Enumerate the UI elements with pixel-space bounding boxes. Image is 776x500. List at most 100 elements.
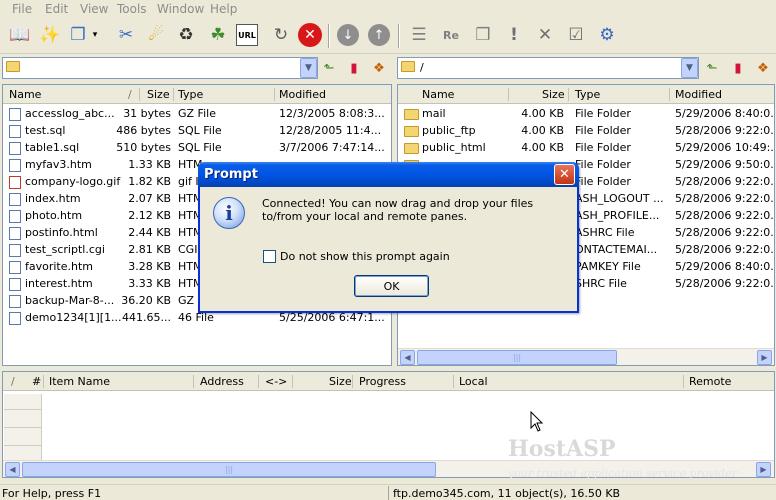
remote-horizontal-scrollbar[interactable]: ◀ ||| ▶ [398,348,774,365]
queue-col-direction[interactable]: <-> [265,375,287,388]
column-divider[interactable] [453,375,454,388]
watermark-brand: HostASP [508,436,616,462]
queue-col-progress[interactable]: Progress [359,375,406,388]
dialog-title-bar[interactable]: Prompt ✕ [198,162,579,187]
wizard-icon[interactable]: ✨ [37,22,63,48]
remote-path-dropdown[interactable]: ▼ [681,58,698,78]
properties-icon[interactable]: ☰ [406,22,432,48]
queue-col-remote[interactable]: Remote [689,375,731,388]
menu-help[interactable]: Help [210,2,237,16]
cell-type: File Folder [575,175,631,188]
remote-file-row[interactable]: public_html 4.00 KB File Folder 5/29/2006 1… [398,140,774,157]
column-divider[interactable] [683,375,684,388]
url-icon[interactable]: URL [236,24,258,46]
delete-icon[interactable]: ✕ [532,22,558,48]
column-divider[interactable] [508,88,509,101]
open-local-icon[interactable]: ❖ [370,59,388,77]
cell-modified: 3/7/2006 7:47:14... [279,141,385,154]
menu-edit[interactable]: Edit [45,2,68,16]
up-folder-icon[interactable]: ⬑ [703,59,721,77]
column-divider[interactable] [139,88,140,101]
check-icon[interactable]: ☑ [563,22,589,48]
abort-icon[interactable]: ✕ [298,23,322,47]
remote-path-field[interactable]: / [397,57,699,79]
dialog-close-button[interactable]: ✕ [554,164,575,185]
local-file-row[interactable]: accesslog_abc... 31 bytes GZ File 12/3/2005… [3,106,391,123]
settings-icon[interactable]: ⚙ [594,22,620,48]
download-icon[interactable]: ↓ [337,24,359,46]
column-divider[interactable] [193,375,194,388]
scroll-left-arrow[interactable]: ◀ [400,350,415,365]
connect-icon[interactable]: 📖 [7,22,33,48]
scroll-right-arrow[interactable]: ▶ [757,350,772,365]
status-bar: For Help, press F1 ftp.demo345.com, 11 o… [0,484,776,500]
column-divider[interactable] [173,88,174,101]
cell-type: ASHRC File [575,226,635,239]
cell-type: File Folder [575,124,631,137]
col-type[interactable]: Type [575,88,600,101]
cell-size: 2.12 KB [128,209,171,222]
new-icon[interactable]: ❐ [65,22,91,48]
newfolder-icon[interactable]: ❒ [470,22,496,48]
col-modified[interactable]: Modified [675,88,722,101]
dont-show-again-checkbox[interactable] [263,250,276,263]
local-file-row[interactable]: test.sql 486 bytes SQL File 12/28/2005 11:4… [3,123,391,140]
dont-show-again-label[interactable]: Do not show this prompt again [280,250,450,263]
queue-col-address[interactable]: Address [200,375,244,388]
column-divider[interactable] [669,88,670,101]
rename-icon[interactable]: Re [438,22,464,48]
queue-col-local[interactable]: Local [459,375,488,388]
cell-modified: 5/29/2006 10:49:... [675,141,775,154]
column-divider[interactable] [568,88,569,101]
col-name[interactable]: Name [422,88,454,101]
refresh-icon[interactable]: ↻ [268,22,294,48]
menu-file[interactable]: File [12,2,32,16]
queue-col-flag: / [11,375,15,388]
scroll-thumb[interactable]: ||| [417,350,617,365]
cell-modified: 5/28/2006 9:22:0... [675,175,775,188]
ok-button[interactable]: OK [354,275,429,297]
open-remote-icon[interactable]: ❖ [754,59,772,77]
remote-file-row[interactable]: mail 4.00 KB File Folder 5/29/2006 8:40:0..… [398,106,774,123]
stop-link-icon[interactable]: ☄ [143,22,169,48]
exclamation-icon[interactable]: ! [501,22,527,48]
menu-view[interactable]: View [80,2,108,16]
scroll-right-arrow[interactable]: ▶ [756,462,771,477]
menu-window[interactable]: Window [157,2,204,16]
bookmark-icon[interactable]: ▮ [729,59,747,77]
cell-size: 486 bytes [116,124,171,137]
column-divider[interactable] [43,375,44,388]
queue-col-size[interactable]: Size [329,375,352,388]
column-divider[interactable] [274,88,275,101]
local-file-row[interactable]: table1.sql 510 bytes SQL File 3/7/2006 7:47… [3,140,391,157]
col-size[interactable]: Size [542,88,565,101]
col-modified[interactable]: Modified [279,88,326,101]
menu-tools[interactable]: Tools [117,2,147,16]
folder-icon [404,126,419,137]
cell-size: 441.65... [122,311,171,324]
file-icon [9,312,21,325]
scroll-thumb[interactable]: ||| [22,462,436,477]
local-path-dropdown[interactable]: ▼ [300,58,317,78]
browse-icon[interactable]: ☘ [205,22,231,48]
col-name[interactable]: Name [9,88,41,101]
queue-col-num[interactable]: # [32,375,41,388]
remote-file-row[interactable]: public_ftp 4.00 KB File Folder 5/28/2006 9:… [398,123,774,140]
column-divider[interactable] [292,375,293,388]
scroll-left-arrow[interactable]: ◀ [5,462,20,477]
transfer-queue[interactable]: / # Item Name Address <-> Size Progress … [2,371,775,478]
column-divider[interactable] [352,375,353,388]
disconnect-icon[interactable]: ✂ [113,22,139,48]
file-icon [9,108,21,121]
status-help-text: For Help, press F1 [2,487,102,500]
column-divider[interactable] [258,375,259,388]
chevron-down-icon[interactable]: ▾ [89,22,101,48]
col-type[interactable]: Type [178,88,203,101]
up-folder-icon[interactable]: ⬑ [320,59,338,77]
bookmark-icon[interactable]: ▮ [345,59,363,77]
local-path-field[interactable] [2,57,318,79]
upload-icon[interactable]: ↑ [368,24,390,46]
sync-icon[interactable]: ♻ [173,22,199,48]
col-size[interactable]: Size [147,88,170,101]
queue-col-item[interactable]: Item Name [49,375,110,388]
